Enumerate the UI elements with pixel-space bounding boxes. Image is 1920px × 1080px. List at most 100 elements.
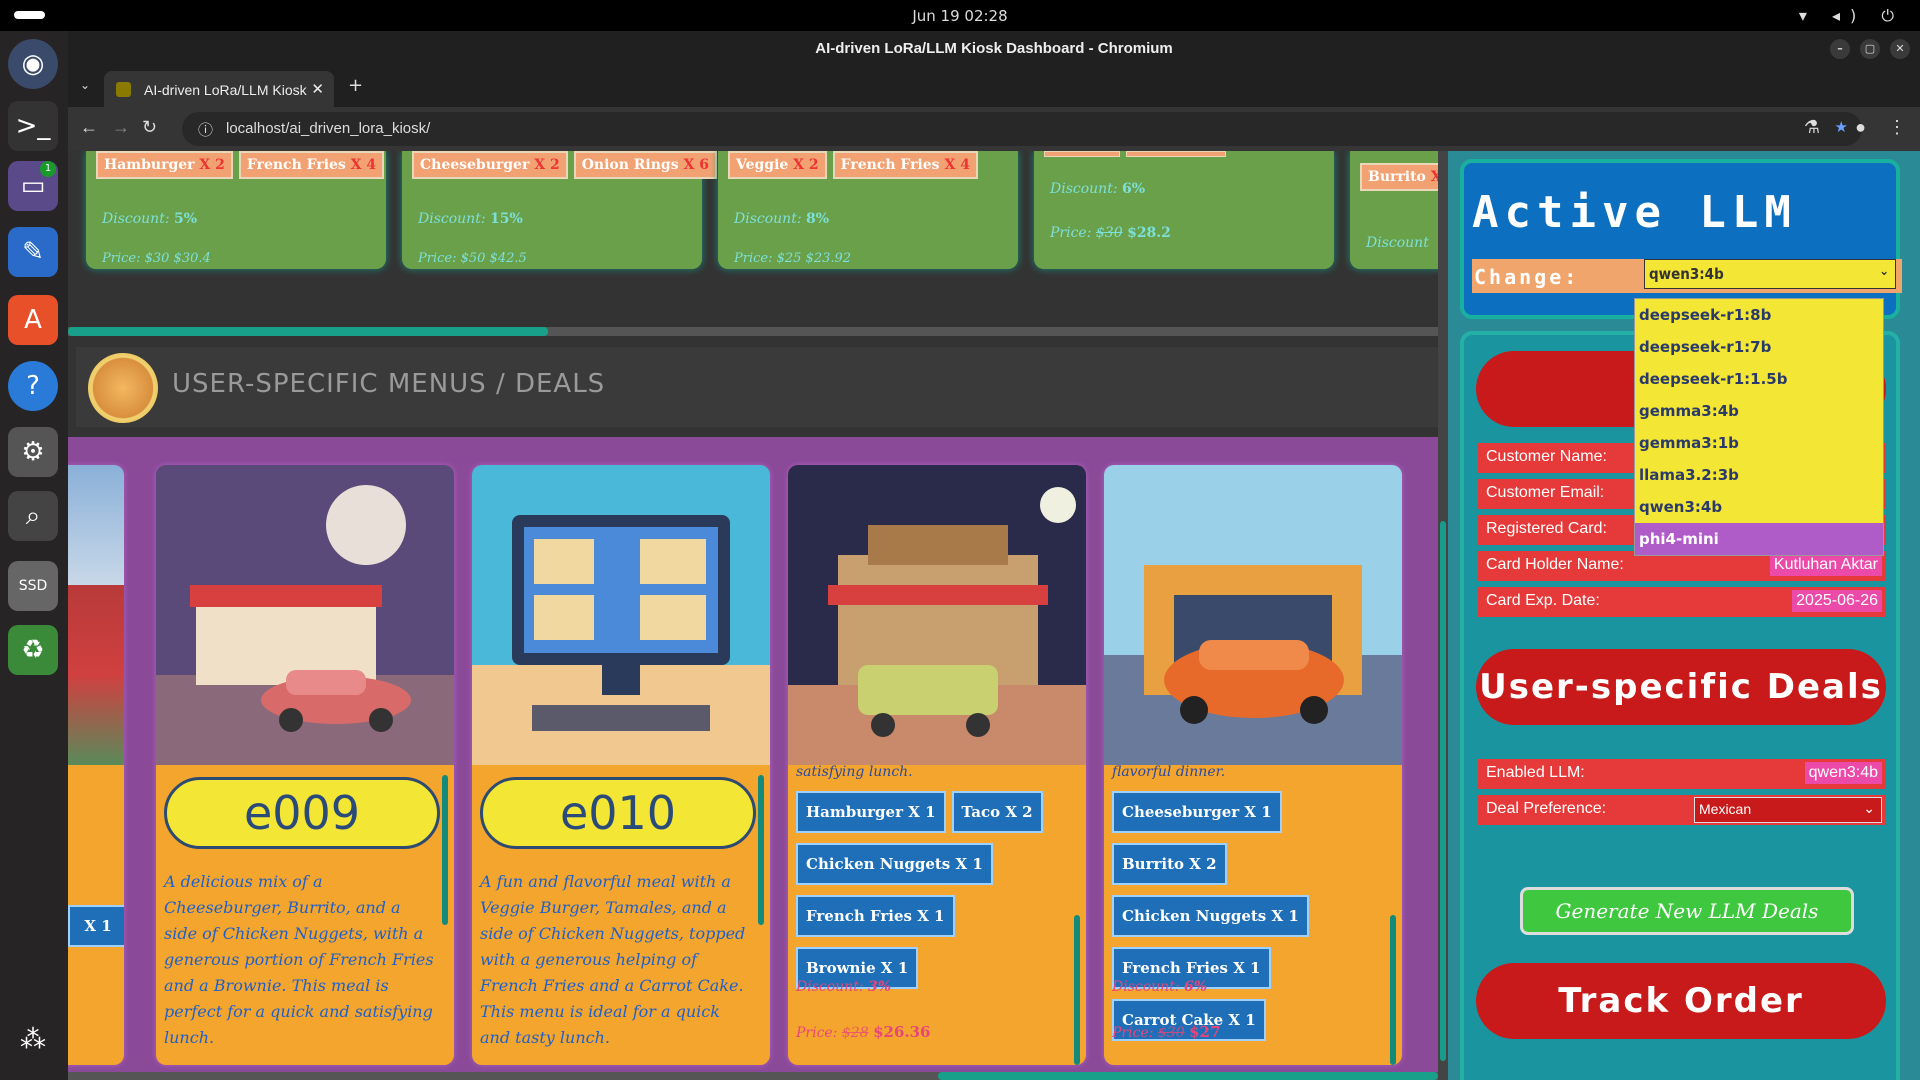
llm-option[interactable]: deepseek-r1:8b [1635,299,1883,331]
system-tray-icons[interactable]: ▾ ◂) ⏻ [1799,6,1904,26]
address-bar[interactable]: ⓘ localhost/ai_driven_lora_kiosk/ ★ [182,112,1862,146]
track-order-button[interactable]: Track Order [1476,963,1886,1039]
deals-horizontal-scrollbar[interactable] [68,1072,1438,1080]
menu-item-button[interactable]: Hamburger X 1 [796,791,946,833]
chromium-icon[interactable]: ◉ [8,39,58,89]
top-deal-card[interactable]: Cheeseburger X 2 Onion Rings X 6 Discount… [402,151,717,269]
help-icon[interactable]: ? [8,361,58,411]
card-scrollbar[interactable] [442,775,448,1065]
menu-item-button[interactable]: X 1 [68,905,124,947]
llm-select[interactable]: qwen3:4b ⌄ [1644,259,1896,289]
search-icon[interactable]: ⌕ [8,491,58,541]
top-cards-scrollbar[interactable] [68,327,1438,336]
menu-item-tag[interactable]: Cheeseburger X 2 [412,151,568,179]
deal-preference-select[interactable]: Mexican ⌄ [1694,797,1882,823]
settings-gear-icon[interactable]: ⚙ [8,427,58,477]
close-icon[interactable]: ✕ [1890,39,1910,59]
profile-icon[interactable]: ● [1855,117,1866,138]
llm-option-highlighted[interactable]: phi4-mini [1635,523,1883,555]
llm-option[interactable]: gemma3:4b [1635,395,1883,427]
menu-item-tag[interactable]: Onion Rings X 6 [573,151,717,179]
card-exp-field[interactable]: 2025-06-26 [1792,590,1882,612]
card-scrollbar[interactable] [1390,775,1396,1065]
card-exp-row: Card Exp. Date: 2025-06-26 [1478,587,1886,617]
generate-llm-deals-button[interactable]: Generate New LLM Deals [1520,887,1854,935]
deal-price: Price: $28 $26.36 [796,1023,931,1041]
deal-price: Price: $30 $27 [1112,1023,1221,1041]
user-deals-strip: X 1 e009 A delicious mix of a Cheeseburg… [68,437,1438,1077]
ssd-drive-icon[interactable]: SSD [8,561,58,611]
deal-card-body: flavorful dinner. Cheeseburger X 1 Burrit… [1104,764,1402,1065]
deal-id-badge[interactable]: e009 [164,777,440,849]
scrollbar-thumb[interactable] [1440,521,1446,1061]
user-deal-card[interactable]: X 1 [68,465,124,1065]
llm-option[interactable]: llama3.2:3b [1635,459,1883,491]
top-deal-items: Hamburger X 2 French Fries X 4 [96,151,390,179]
show-apps-icon[interactable]: ⁂ [8,1015,58,1065]
scrollbar-thumb[interactable] [1074,915,1080,1065]
reload-icon[interactable]: ↻ [142,117,157,138]
recycle-bin-icon[interactable]: ♻ [8,625,58,675]
forward-icon[interactable]: → [112,117,130,138]
menu-item-tag[interactable]: French Fries X 4 [832,151,978,179]
browser-tab[interactable]: AI-driven LoRa/LLM Kiosk ✕ [104,71,334,107]
site-info-icon[interactable]: ⓘ [198,119,213,140]
minimize-icon[interactable]: – [1830,39,1850,59]
files-icon[interactable]: ▭ 1 [8,161,58,211]
menu-item-tag[interactable]: French Fries X 4 [238,151,385,179]
back-icon[interactable]: ← [80,117,98,138]
menu-item-button[interactable]: Cheeseburger X 1 [1112,791,1282,833]
llm-option[interactable]: qwen3:4b [1635,491,1883,523]
bookmark-star-icon[interactable]: ★ [1835,118,1848,136]
page-content: Hamburger X 2 French Fries X 4 Discount: … [68,151,1920,1080]
deal-discount: Discount: 3% [796,979,892,995]
maximize-icon[interactable]: ▢ [1860,39,1880,59]
menu-item-button[interactable]: Chicken Nuggets X 1 [1112,895,1309,937]
deal-image-drive-thru-car [1104,465,1402,765]
deal-card-body: X 1 [68,765,124,1065]
user-deal-card[interactable]: e009 A delicious mix of a Cheeseburger, … [156,465,454,1065]
scrollbar-thumb[interactable] [938,1072,1438,1080]
scrollbar-thumb[interactable] [758,775,764,925]
top-deal-card[interactable]: Hamburger X 2 French Fries X 4 Discount: … [86,151,386,269]
menu-item-tag[interactable]: Veggie X 2 [728,151,827,179]
llm-option[interactable]: deepseek-r1:7b [1635,331,1883,363]
deals-pane: Hamburger X 2 French Fries X 4 Discount: … [68,151,1438,1080]
deal-id-badge[interactable]: e010 [480,777,756,849]
menu-item-button[interactable]: French Fries X 1 [796,895,955,937]
scrollbar-thumb[interactable] [442,775,448,925]
scrollbar-thumb[interactable] [1390,915,1396,1065]
top-deal-card[interactable]: Discount: 6% Price: $30 $28.2 [1034,151,1334,269]
labs-flask-icon[interactable]: ⚗ [1804,117,1820,138]
scrollbar-thumb[interactable] [68,327,548,336]
text-editor-icon[interactable]: ✎ [8,227,58,277]
card-holder-field[interactable]: Kutluhan Aktar [1769,554,1882,576]
card-scrollbar[interactable] [758,775,764,1065]
menu-item-button[interactable]: Taco X 2 [951,791,1043,833]
page-vertical-scrollbar[interactable] [1438,151,1448,1080]
menu-item-tag[interactable]: Hamburger X 2 [96,151,233,179]
app-center-icon[interactable]: A [8,295,58,345]
system-clock[interactable]: Jun 19 02:28 [0,7,1920,25]
user-deal-card[interactable]: flavorful dinner. Cheeseburger X 1 Burrit… [1104,465,1402,1065]
llm-option[interactable]: deepseek-r1:1.5b [1635,363,1883,395]
top-deal-card[interactable]: Veggie X 2 French Fries X 4 Discount: 8% … [718,151,1018,269]
card-scrollbar[interactable] [1074,775,1080,1065]
user-deal-card[interactable]: e010 A fun and flavorful meal with a Veg… [472,465,770,1065]
tab-list-icon[interactable]: ⌄ [80,78,90,92]
menu-item-button[interactable]: Chicken Nuggets X 1 [796,843,993,885]
menu-kebab-icon[interactable]: ⋮ [1888,117,1906,138]
top-deal-card[interactable]: Burrito X Discount [1350,151,1438,269]
deal-description-tail: satisfying lunch. [796,764,913,780]
llm-dropdown-list[interactable]: deepseek-r1:8b deepseek-r1:7b deepseek-r… [1634,298,1884,556]
tab-close-icon[interactable]: ✕ [311,80,324,98]
user-specific-deals-button[interactable]: User-specific Deals [1476,649,1886,725]
deal-discount: Discount: 5% [102,211,198,227]
terminal-icon[interactable]: >_ [8,101,58,151]
user-deal-card[interactable]: satisfying lunch. Hamburger X 1 Taco X 2 C… [788,465,1086,1065]
new-tab-icon[interactable]: + [348,75,363,96]
llm-option[interactable]: gemma3:1b [1635,427,1883,459]
menu-item-tag[interactable]: Burrito X [1360,163,1438,191]
menu-item-button[interactable]: Burrito X 2 [1112,843,1227,885]
window-titlebar: AI-driven LoRa/LLM Kiosk Dashboard - Chr… [68,31,1920,67]
